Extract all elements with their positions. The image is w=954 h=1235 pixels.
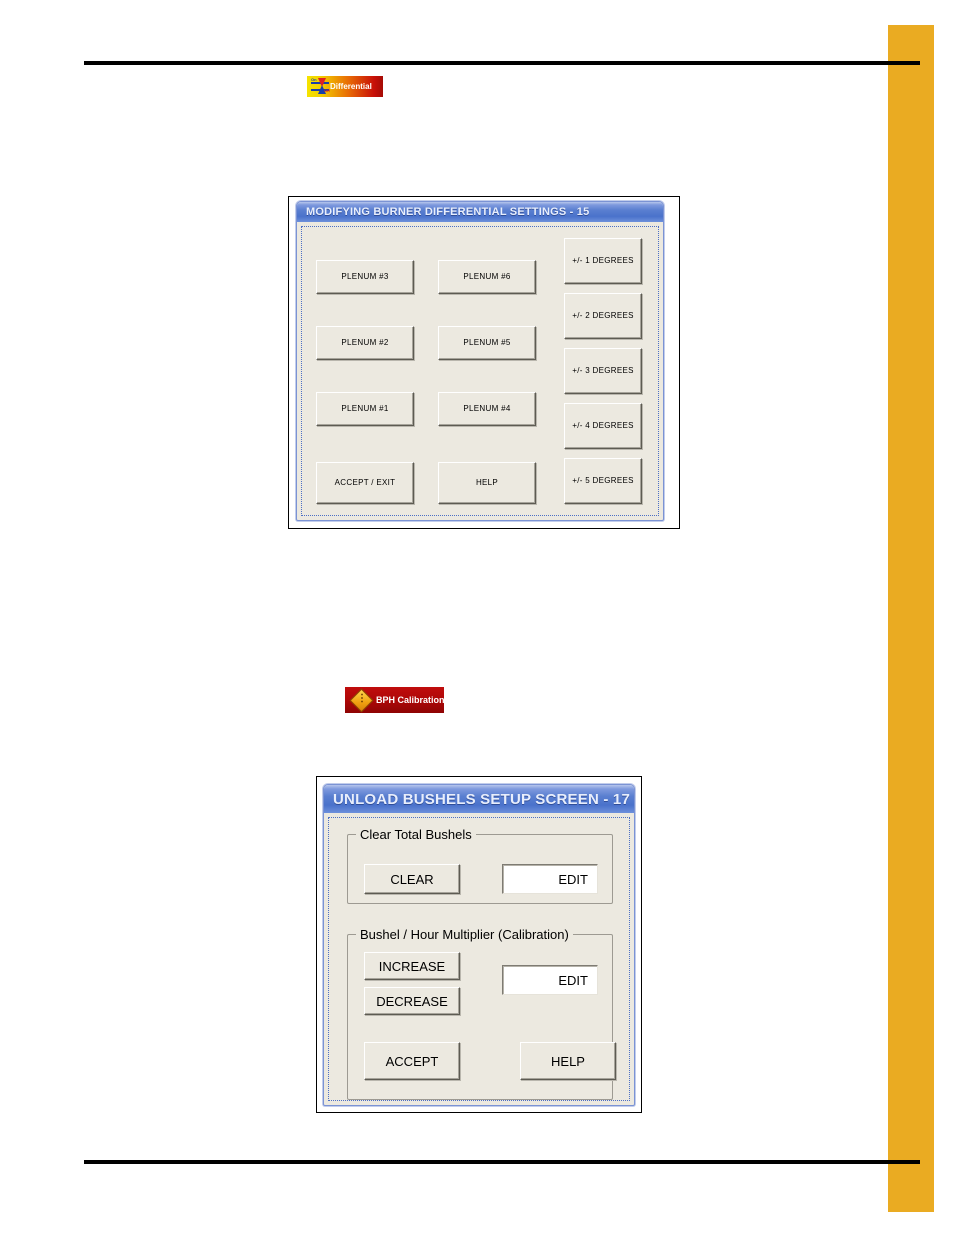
degrees-2-button[interactable]: +/- 2 DEGREES [564, 293, 642, 339]
bushels-dialog-title: UNLOAD BUSHELS SETUP SCREEN - 17 [333, 790, 631, 808]
clear-total-bushels-edit[interactable]: EDIT [502, 864, 598, 894]
differential-dialog-client: PLENUM #3 PLENUM #2 PLENUM #1 PLENUM #6 … [301, 226, 659, 516]
multiplier-edit[interactable]: EDIT [502, 965, 598, 995]
bushels-dialog: UNLOAD BUSHELS SETUP SCREEN - 17 Clear T… [323, 784, 635, 1106]
plenum-2-button[interactable]: PLENUM #2 [316, 326, 414, 360]
degrees-3-button[interactable]: +/- 3 DEGREES [564, 348, 642, 394]
up-down-arrow-icon: On Off [311, 77, 330, 94]
differential-dialog-titlebar: MODIFYING BURNER DIFFERENTIAL SETTINGS -… [297, 202, 663, 222]
degrees-1-button[interactable]: +/- 1 DEGREES [564, 238, 642, 284]
badge-differential: On Off Differential [307, 76, 383, 97]
differential-help-button[interactable]: HELP [438, 462, 536, 504]
page-side-bar [888, 25, 934, 1212]
decrease-button[interactable]: DECREASE [364, 987, 460, 1015]
badge-bph-calibration: ⋮ BPH Calibration [345, 687, 445, 713]
badge-differential-label: Differential [330, 81, 372, 91]
plenum-5-button[interactable]: PLENUM #5 [438, 326, 536, 360]
clear-button[interactable]: CLEAR [364, 864, 460, 894]
bushels-dialog-titlebar: UNLOAD BUSHELS SETUP SCREEN - 17 [324, 785, 634, 813]
differential-dialog-title: MODIFYING BURNER DIFFERENTIAL SETTINGS -… [306, 206, 590, 218]
clear-total-bushels-legend: Clear Total Bushels [356, 827, 476, 842]
accept-exit-button[interactable]: ACCEPT / EXIT [316, 462, 414, 504]
page-root: On Off Differential MODIFYING BURNER DIF… [0, 0, 954, 1235]
bushel-hour-multiplier-legend: Bushel / Hour Multiplier (Calibration) [356, 927, 573, 942]
degrees-5-button[interactable]: +/- 5 DEGREES [564, 458, 642, 504]
differential-dialog: MODIFYING BURNER DIFFERENTIAL SETTINGS -… [296, 201, 664, 521]
plenum-1-button[interactable]: PLENUM #1 [316, 392, 414, 426]
clear-total-bushels-edit-value: EDIT [558, 871, 588, 887]
accept-button[interactable]: ACCEPT [364, 1042, 460, 1080]
bushels-help-button[interactable]: HELP [520, 1042, 616, 1080]
degrees-4-button[interactable]: +/- 4 DEGREES [564, 403, 642, 449]
badge-bph-calibration-label: BPH Calibration [376, 694, 445, 705]
multiplier-edit-value: EDIT [558, 972, 588, 988]
plenum-3-button[interactable]: PLENUM #3 [316, 260, 414, 294]
plenum-6-button[interactable]: PLENUM #6 [438, 260, 536, 294]
footer-rule [84, 1160, 920, 1164]
header-rule [84, 61, 920, 65]
increase-button[interactable]: INCREASE [364, 952, 460, 980]
bushels-dialog-client: Clear Total Bushels CLEAR EDIT Bushel / … [328, 817, 630, 1101]
plenum-4-button[interactable]: PLENUM #4 [438, 392, 536, 426]
diamond-warning-icon: ⋮ [349, 688, 374, 713]
